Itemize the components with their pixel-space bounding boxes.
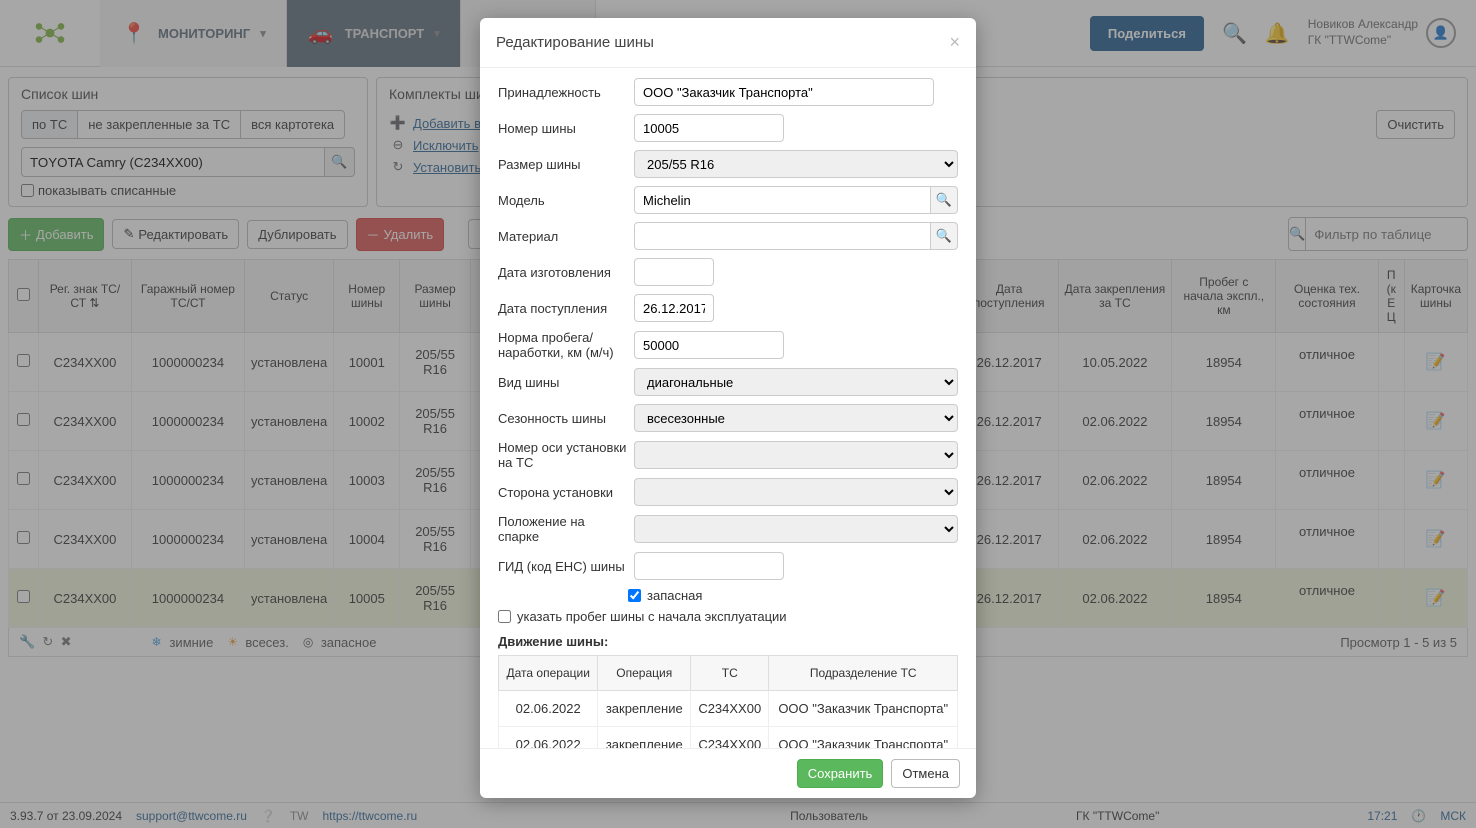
size-select[interactable]: 205/55 R16 — [634, 150, 958, 178]
owner-field[interactable] — [634, 78, 934, 106]
show-mileage-checkbox[interactable] — [498, 610, 511, 623]
movement-title: Движение шины: — [498, 634, 958, 649]
axis-select[interactable] — [634, 441, 958, 469]
model-lookup-button[interactable]: 🔍 — [931, 186, 958, 214]
modal-title: Редактирование шины — [496, 34, 654, 51]
spare-checkbox[interactable] — [628, 589, 641, 602]
norm-field[interactable] — [634, 331, 784, 359]
movement-row: 02.06.2022закреплениеC234XX00ООО "Заказч… — [499, 691, 958, 727]
twin-select[interactable] — [634, 515, 958, 543]
season-select[interactable]: всесезонные — [634, 404, 958, 432]
type-select[interactable]: диагональные — [634, 368, 958, 396]
side-select[interactable] — [634, 478, 958, 506]
material-lookup-button[interactable]: 🔍 — [931, 222, 958, 250]
cancel-button[interactable]: Отмена — [891, 759, 960, 788]
arrive-date-field[interactable] — [634, 294, 714, 322]
modal-close-button[interactable]: × — [949, 32, 960, 53]
material-field[interactable] — [634, 222, 931, 250]
movement-table: Дата операции Операция ТС Подразделение … — [498, 655, 958, 748]
save-button[interactable]: Сохранить — [797, 759, 884, 788]
movement-row: 02.06.2022закреплениеC234XX00ООО "Заказч… — [499, 727, 958, 749]
model-field[interactable] — [634, 186, 931, 214]
gid-field[interactable] — [634, 552, 784, 580]
tireno-field[interactable] — [634, 114, 784, 142]
edit-tire-modal: Редактирование шины × Принадлежность Ном… — [480, 18, 976, 798]
mfg-date-field[interactable] — [634, 258, 714, 286]
